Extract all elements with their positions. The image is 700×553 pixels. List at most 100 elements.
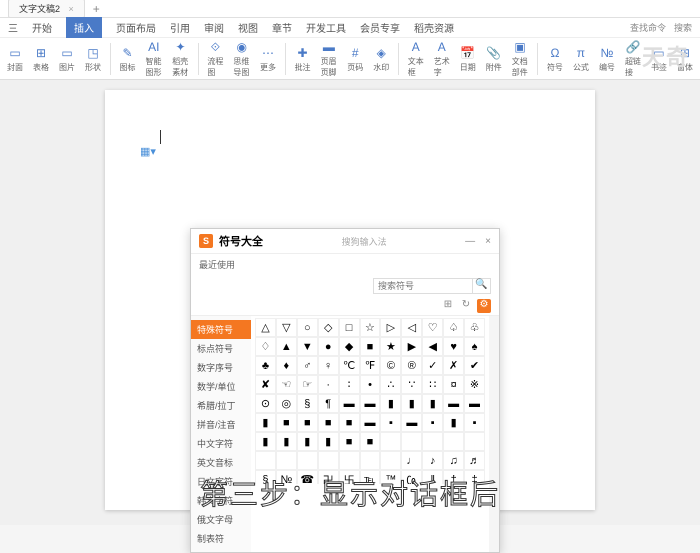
symbol-cell[interactable]	[339, 451, 360, 470]
menu-item[interactable]: 页面布局	[116, 20, 156, 35]
symbol-cell[interactable]: ♦	[276, 356, 297, 375]
symbol-cell[interactable]: ♧	[464, 318, 485, 337]
symbol-cell[interactable]: ▬	[443, 394, 464, 413]
symbol-cell[interactable]: ✓	[422, 356, 443, 375]
doc-tab[interactable]: 文字文稿2 ×	[8, 0, 85, 18]
symbol-cell[interactable]: §	[297, 394, 318, 413]
symbol-cell[interactable]	[276, 451, 297, 470]
symbol-cell[interactable]: ¶	[318, 394, 339, 413]
ribbon-item[interactable]: 📎附件	[483, 44, 505, 74]
symbol-search-input[interactable]	[373, 278, 473, 294]
symbol-cell[interactable]: ®	[401, 356, 422, 375]
symbol-cell[interactable]: ▮	[255, 432, 276, 451]
ribbon-item[interactable]: 🔗超链接	[622, 38, 644, 79]
symbol-cell[interactable]: ℃	[339, 356, 360, 375]
menu-item[interactable]: 章节	[272, 20, 292, 35]
category-item[interactable]: 中文字符	[191, 434, 251, 453]
symbol-cell[interactable]: ▮	[255, 413, 276, 432]
symbol-cell[interactable]: ∴	[380, 375, 401, 394]
symbol-cell[interactable]	[380, 432, 401, 451]
symbol-cell[interactable]: ·	[318, 375, 339, 394]
ribbon-item[interactable]: ▬页眉页脚	[318, 38, 341, 79]
category-item[interactable]: 拼音/注音	[191, 415, 251, 434]
symbol-cell[interactable]: ▬	[401, 413, 422, 432]
ribbon-item[interactable]: ▣文档部件	[509, 38, 532, 79]
symbol-cell[interactable]: ∵	[401, 375, 422, 394]
menu-item[interactable]: 引用	[170, 20, 190, 35]
menu-item[interactable]: 插入	[66, 17, 102, 38]
ribbon-item[interactable]: ⊞表格	[30, 44, 52, 74]
ribbon-item[interactable]: ◉思维导图	[230, 38, 253, 79]
symbol-cell[interactable]: ⊙	[255, 394, 276, 413]
symbol-cell[interactable]: ◀	[422, 337, 443, 356]
dialog-minimize-icon[interactable]: —	[465, 236, 475, 247]
ribbon-item[interactable]: π公式	[570, 44, 592, 74]
ribbon-item[interactable]: №编号	[596, 44, 618, 74]
category-item[interactable]: 英文音标	[191, 453, 251, 472]
symbol-cell[interactable]	[297, 451, 318, 470]
symbol-cell[interactable]: ♣	[255, 356, 276, 375]
symbol-cell[interactable]	[401, 432, 422, 451]
tab-add-icon[interactable]: +	[93, 2, 100, 16]
symbol-cell[interactable]: ◆	[339, 337, 360, 356]
category-item[interactable]: 数学/单位	[191, 377, 251, 396]
symbol-cell[interactable]: ♠	[464, 337, 485, 356]
symbol-cell[interactable]: ■	[297, 413, 318, 432]
symbol-cell[interactable]: ▬	[464, 394, 485, 413]
ribbon-item[interactable]: ⊞窗体	[674, 44, 696, 74]
search-icon[interactable]: 🔍	[473, 278, 491, 294]
menu-item[interactable]: 开始	[32, 20, 52, 35]
ribbon-item[interactable]: ▭书签	[648, 44, 670, 74]
symbol-cell[interactable]: ▷	[380, 318, 401, 337]
symbol-cell[interactable]: ♩	[401, 451, 422, 470]
symbol-cell[interactable]: ☞	[297, 375, 318, 394]
symbol-cell[interactable]: ◎	[276, 394, 297, 413]
ribbon-item[interactable]: 📅日期	[457, 44, 479, 74]
category-item[interactable]: 数字序号	[191, 358, 251, 377]
symbol-cell[interactable]: ∶	[339, 375, 360, 394]
menu-item[interactable]: 三	[8, 20, 18, 35]
dialog-close-icon[interactable]: ×	[485, 236, 491, 247]
menu-item[interactable]: 会员专享	[360, 20, 400, 35]
symbol-cell[interactable]: ✔	[464, 356, 485, 375]
menu-item[interactable]: 开发工具	[306, 20, 346, 35]
symbol-cell[interactable]	[318, 451, 339, 470]
symbol-cell[interactable]: △	[255, 318, 276, 337]
symbol-cell[interactable]: ▮	[318, 432, 339, 451]
category-item[interactable]: 标点符号	[191, 339, 251, 358]
symbol-cell[interactable]: ■	[339, 432, 360, 451]
symbol-cell[interactable]: ■	[339, 413, 360, 432]
ribbon-item[interactable]: AI智能图形	[143, 38, 166, 79]
symbol-cell[interactable]: ▶	[401, 337, 422, 356]
symbol-cell[interactable]: ▮	[380, 394, 401, 413]
ribbon-item[interactable]: ▭图片	[56, 44, 78, 74]
ribbon-item[interactable]: ✦稻壳素材	[169, 38, 192, 79]
symbol-cell[interactable]: ♥	[443, 337, 464, 356]
symbol-cell[interactable]: ♢	[255, 337, 276, 356]
ribbon-item[interactable]: A艺术字	[431, 38, 453, 79]
category-item[interactable]: 希腊/拉丁	[191, 396, 251, 415]
symbol-cell[interactable]: ¤	[443, 375, 464, 394]
symbol-cell[interactable]: ▮	[276, 432, 297, 451]
symbol-cell[interactable]	[443, 432, 464, 451]
symbol-cell[interactable]: ※	[464, 375, 485, 394]
symbol-cell[interactable]: •	[360, 375, 381, 394]
symbol-cell[interactable]: ▪	[422, 413, 443, 432]
ribbon-item[interactable]: ◳形状	[82, 44, 104, 74]
ribbon-item[interactable]: Ω符号	[544, 44, 566, 74]
symbol-cell[interactable]: ☜	[276, 375, 297, 394]
scrollbar[interactable]	[489, 316, 499, 552]
ribbon-item[interactable]: ◈水印	[370, 44, 392, 74]
symbol-cell[interactable]: ▼	[297, 337, 318, 356]
symbol-cell[interactable]: ▪	[464, 413, 485, 432]
menubar-search[interactable]: 查找命令 搜索	[630, 21, 692, 34]
symbol-cell[interactable]: ■	[276, 413, 297, 432]
symbol-cell[interactable]: ■	[318, 413, 339, 432]
symbol-cell[interactable]: ●	[318, 337, 339, 356]
symbol-cell[interactable]: ■	[360, 337, 381, 356]
symbol-cell[interactable]: □	[339, 318, 360, 337]
symbol-cell[interactable]: ▬	[360, 413, 381, 432]
tool-icon[interactable]: ⊞	[441, 299, 455, 313]
symbol-cell[interactable]: ▮	[422, 394, 443, 413]
symbol-cell[interactable]: ♀	[318, 356, 339, 375]
